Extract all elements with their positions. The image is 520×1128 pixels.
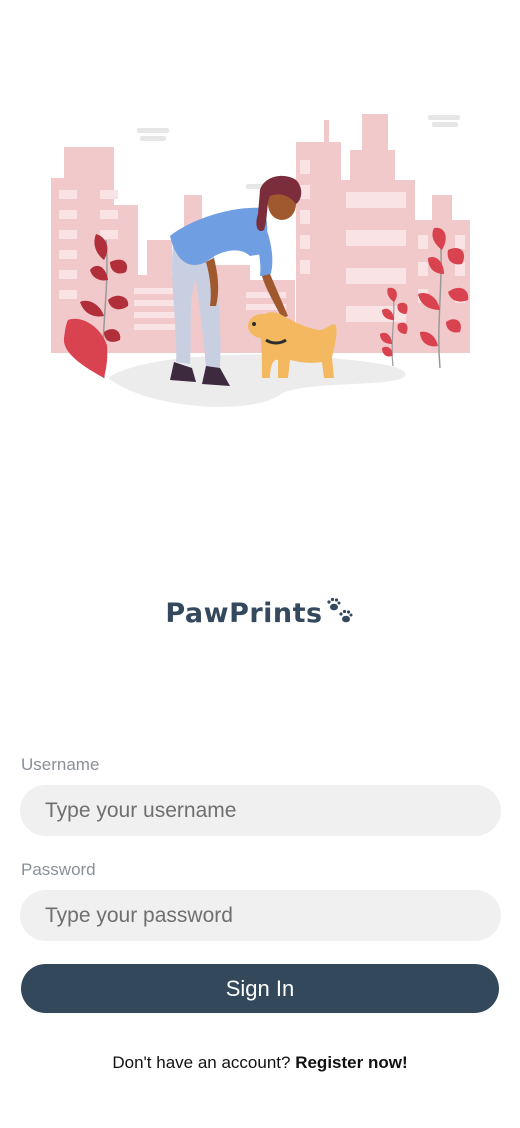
ground-shadow <box>108 354 406 407</box>
register-link[interactable]: Register now! <box>295 1053 407 1072</box>
register-prompt: Don't have an account? Register now! <box>0 1053 520 1073</box>
username-label: Username <box>21 755 100 774</box>
cloud-shape <box>428 115 460 120</box>
city-dog-walk-illustration <box>51 114 470 407</box>
hero-illustration <box>0 0 520 440</box>
password-input[interactable] <box>20 890 501 941</box>
password-label: Password <box>21 860 96 879</box>
app-logo: PawPrints <box>0 596 520 631</box>
cloud-shape <box>137 128 169 133</box>
sign-in-button[interactable]: Sign In <box>21 964 499 1013</box>
username-input[interactable] <box>20 785 501 836</box>
register-prompt-text: Don't have an account? <box>112 1053 291 1072</box>
app-logo-text: PawPrints <box>165 598 323 629</box>
paw-prints-icon <box>325 596 355 631</box>
